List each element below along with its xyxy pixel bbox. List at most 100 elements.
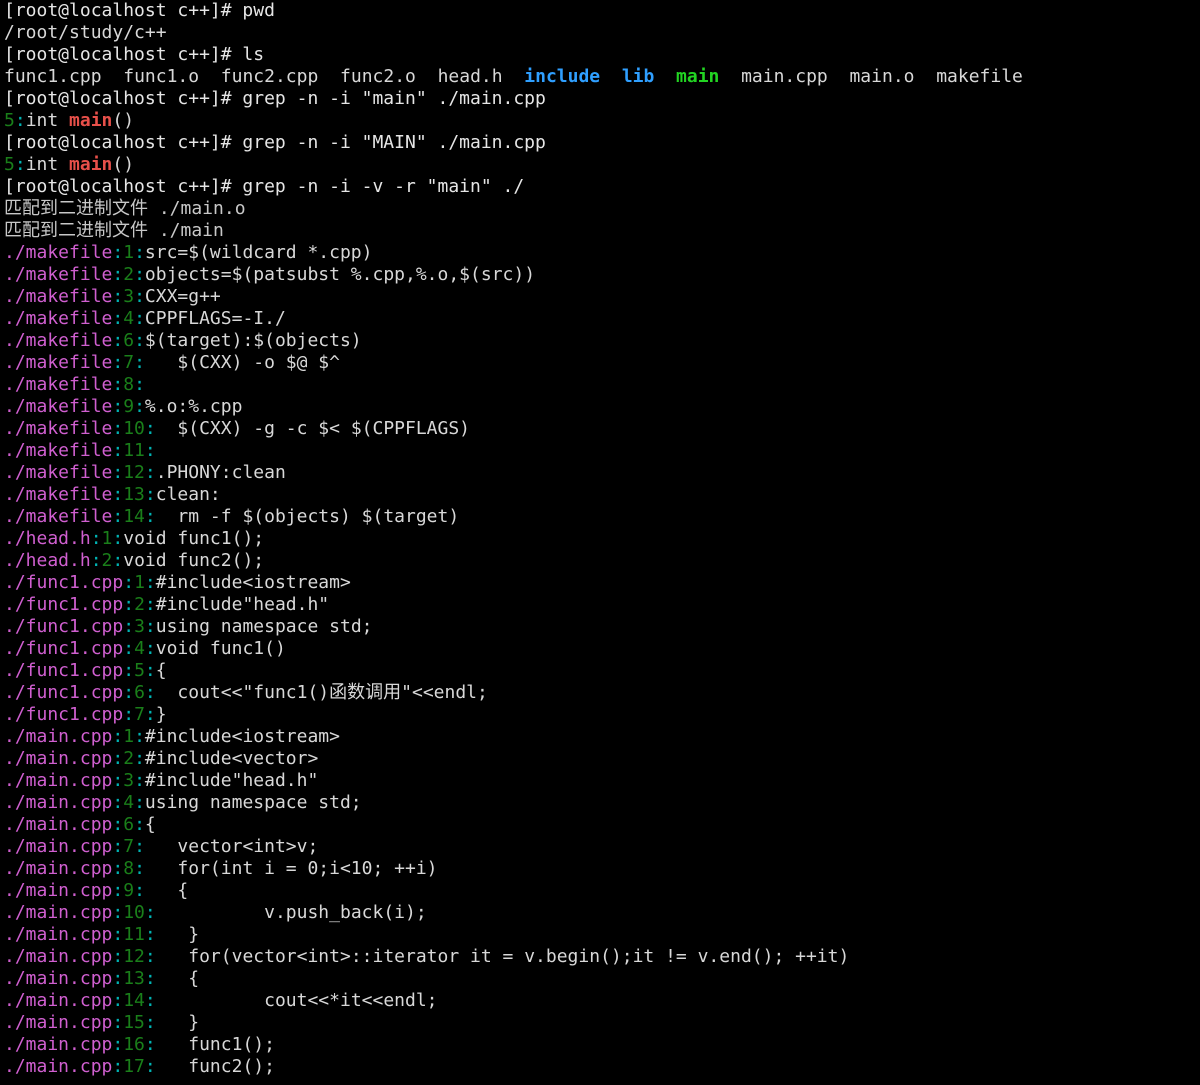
grep-result-line: ./main.cpp:6:{	[0, 814, 1200, 836]
grep-filename[interactable]: ./makefile	[4, 418, 112, 439]
grep-filename[interactable]: ./makefile	[4, 484, 112, 505]
ls-entry-file[interactable]: head.h	[438, 66, 503, 87]
grep-line-number: 7	[123, 352, 135, 373]
grep-filename[interactable]: ./makefile	[4, 506, 112, 527]
grep-result-line: ./makefile:7: $(CXX) -o $@ $^	[0, 352, 1200, 374]
grep-filename[interactable]: ./main.cpp	[4, 968, 112, 989]
grep-text: rm -f $(objects) $(target)	[155, 506, 460, 527]
ls-entry-file[interactable]: main.o	[849, 66, 914, 87]
grep-filename[interactable]: ./makefile	[4, 374, 112, 395]
terminal-window[interactable]: [root@localhost c++]# pwd/root/study/c++…	[0, 0, 1200, 1085]
ls-entry-gap	[102, 66, 124, 87]
grep-filename[interactable]: ./main.cpp	[4, 1012, 112, 1033]
ls-entry-file[interactable]: makefile	[936, 66, 1023, 87]
shell-command: grep -n -i "main" ./main.cpp	[242, 88, 546, 109]
grep-text: {	[144, 814, 156, 835]
grep-text: CXX=g++	[144, 286, 221, 307]
grep-filename[interactable]: ./func1.cpp	[4, 682, 123, 703]
grep-filename[interactable]: ./makefile	[4, 308, 112, 329]
grep-line-number: 5	[4, 154, 15, 175]
grep-separator: :	[144, 968, 156, 989]
grep-filename[interactable]: ./makefile	[4, 462, 112, 483]
grep-filename[interactable]: ./main.cpp	[4, 1034, 112, 1055]
grep-filename[interactable]: ./main.cpp	[4, 814, 112, 835]
grep-filename[interactable]: ./main.cpp	[4, 792, 112, 813]
grep-result-line: 5:int main()	[0, 154, 1200, 176]
grep-filename[interactable]: ./main.cpp	[4, 836, 112, 857]
grep-filename[interactable]: ./head.h	[4, 550, 91, 571]
ls-entry-directory[interactable]: include	[524, 66, 600, 87]
ls-entry-executable[interactable]: main	[676, 66, 719, 87]
grep-text-after: ()	[112, 110, 135, 131]
ls-entry-file[interactable]: main.cpp	[741, 66, 828, 87]
grep-filename[interactable]: ./main.cpp	[4, 726, 112, 747]
grep-separator: :	[112, 946, 124, 967]
grep-separator: :	[112, 1034, 124, 1055]
ls-entry-file[interactable]: func2.o	[340, 66, 416, 87]
ls-entry-directory[interactable]: lib	[622, 66, 655, 87]
grep-text: #include"head.h"	[144, 770, 319, 791]
grep-filename[interactable]: ./func1.cpp	[4, 660, 123, 681]
grep-line-number: 13	[123, 484, 145, 505]
grep-result-line: ./makefile:10: $(CXX) -g -c $< $(CPPFLAG…	[0, 418, 1200, 440]
ls-entry-file[interactable]: func1.o	[123, 66, 199, 87]
grep-separator: :	[123, 660, 135, 681]
grep-separator: :	[112, 418, 124, 439]
grep-result-line: ./func1.cpp:1:#include<iostream>	[0, 572, 1200, 594]
grep-separator: :	[144, 924, 156, 945]
binary-match-text: 匹配到二进制文件 ./main	[4, 220, 224, 241]
grep-filename[interactable]: ./func1.cpp	[4, 638, 123, 659]
grep-filename[interactable]: ./main.cpp	[4, 990, 112, 1011]
grep-separator: :	[144, 506, 156, 527]
grep-filename[interactable]: ./makefile	[4, 330, 112, 351]
grep-filename[interactable]: ./head.h	[4, 528, 91, 549]
grep-filename[interactable]: ./main.cpp	[4, 770, 112, 791]
grep-result-line: ./func1.cpp:3:using namespace std;	[0, 616, 1200, 638]
grep-filename[interactable]: ./main.cpp	[4, 880, 112, 901]
grep-filename[interactable]: ./func1.cpp	[4, 594, 123, 615]
grep-text: func1();	[155, 1034, 275, 1055]
grep-filename[interactable]: ./makefile	[4, 396, 112, 417]
grep-filename[interactable]: ./main.cpp	[4, 946, 112, 967]
terminal-prompt-line: [root@localhost c++]# grep -n -i "MAIN" …	[0, 132, 1200, 154]
grep-separator: :	[123, 682, 135, 703]
grep-filename[interactable]: ./main.cpp	[4, 1056, 112, 1077]
grep-result-line: ./makefile:4:CPPFLAGS=-I./	[0, 308, 1200, 330]
grep-filename[interactable]: ./main.cpp	[4, 748, 112, 769]
grep-filename[interactable]: ./makefile	[4, 264, 112, 285]
grep-line-number: 1	[123, 726, 135, 747]
grep-filename[interactable]: ./makefile	[4, 352, 112, 373]
grep-separator: :	[90, 528, 102, 549]
grep-text-before: int	[25, 154, 70, 175]
grep-separator: :	[112, 902, 124, 923]
grep-line-number: 9	[123, 880, 135, 901]
grep-result-line: ./makefile:12:.PHONY:clean	[0, 462, 1200, 484]
ls-output-line: func1.cpp func1.o func2.cpp func2.o head…	[0, 66, 1200, 88]
grep-text-after: ()	[112, 154, 135, 175]
grep-filename[interactable]: ./main.cpp	[4, 902, 112, 923]
grep-line-number: 2	[123, 264, 135, 285]
grep-filename[interactable]: ./makefile	[4, 286, 112, 307]
grep-separator: :	[144, 572, 156, 593]
grep-result-line: ./main.cpp:2:#include<vector>	[0, 748, 1200, 770]
grep-separator: :	[112, 880, 124, 901]
grep-filename[interactable]: ./func1.cpp	[4, 704, 123, 725]
grep-separator: :	[134, 726, 145, 747]
grep-filename[interactable]: ./makefile	[4, 242, 112, 263]
grep-text-before: int	[25, 110, 70, 131]
grep-filename[interactable]: ./func1.cpp	[4, 572, 123, 593]
grep-filename[interactable]: ./func1.cpp	[4, 616, 123, 637]
grep-separator: :	[112, 726, 124, 747]
grep-separator: :	[134, 836, 145, 857]
ls-entry-file[interactable]: func1.cpp	[4, 66, 102, 87]
grep-filename[interactable]: ./main.cpp	[4, 924, 112, 945]
binary-match-line: 匹配到二进制文件 ./main	[0, 220, 1200, 242]
grep-text: cout<<"func1()函数调用"<<endl;	[155, 682, 488, 703]
grep-result-line: ./makefile:8:	[0, 374, 1200, 396]
grep-text: func2();	[155, 1056, 275, 1077]
grep-filename[interactable]: ./makefile	[4, 440, 112, 461]
grep-filename[interactable]: ./main.cpp	[4, 858, 112, 879]
grep-separator: :	[112, 858, 124, 879]
ls-entry-file[interactable]: func2.cpp	[221, 66, 319, 87]
ls-entry-gap	[654, 66, 676, 87]
